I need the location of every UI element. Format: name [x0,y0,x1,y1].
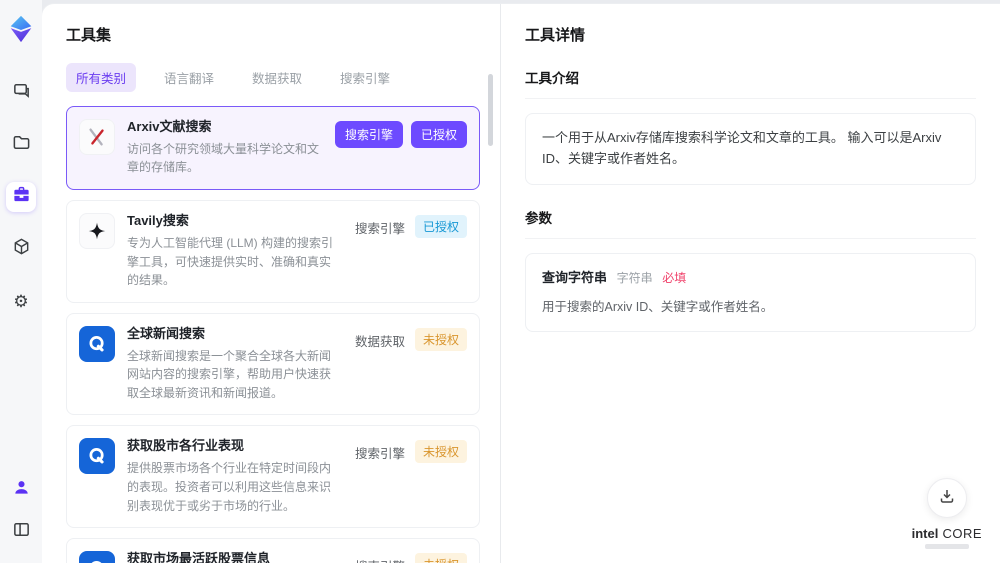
collapse-sidebar-button[interactable] [6,517,36,547]
category-tab-0[interactable]: 所有类别 [66,63,137,92]
tool-list: Arxiv文献搜索 访问各个研究领域大量科学论文和文章的存储库。 搜索引擎 已授权 T… [66,106,500,563]
param-header: 查询字符串 字符串 必填 [542,268,959,289]
tool-card-3[interactable]: 获取股市各行业表现提供股票市场各个行业在特定时间段内的表现。投资者可以利用这些信… [66,425,480,529]
page-title: 工具集 [66,27,112,44]
category-tabs: 所有类别 语言翻译 数据获取 搜索引擎 [66,63,500,92]
tool-meta: 搜索引擎未授权 [353,551,467,563]
unauthorized-badge: 未授权 [414,327,467,351]
chat-icon [12,81,31,105]
sidebar-item-tools[interactable] [6,182,36,212]
q-tool-icon [79,438,115,475]
authorized-button[interactable]: 已授权 [410,121,467,148]
q-tool-icon [79,551,115,563]
unauthorized-badge: 未授权 [414,553,467,563]
tool-description: 专为人工智能代理 (LLM) 构建的搜索引擎工具，可快速提供实时、准确和真实的结… [127,235,334,288]
tool-card-2[interactable]: 全球新闻搜索全球新闻搜索是一个聚合全球各大新闻网站内容的搜索引擎，帮助用户快速获… [66,312,480,416]
sidebar-item-models[interactable] [6,234,36,264]
brand-sub-mark [924,544,969,549]
tool-card-4[interactable]: 获取市场最活跃股票信息提供当天交易量最高的股票列表，投资者可以利用这些信息来识别… [66,538,480,563]
tool-name: 获取股市各行业表现 [127,438,245,454]
user-icon [12,478,31,502]
list-scrollbar[interactable] [488,74,493,544]
tool-meta: 搜索引擎未授权 [353,438,467,515]
sidebar-item-files[interactable] [6,130,36,160]
tool-name: Tavily搜索 [127,213,189,229]
intro-section-heading: 工具介绍 [525,67,976,99]
param-box: 查询字符串 字符串 必填 用于搜索的Arxiv ID、关键字或作者姓名。 [525,252,976,333]
app-window: ⚙ 工具集 所有类别 语言翻译 数据获取 搜索引擎 Arxiv文献搜索 访问各个… [0,0,1000,563]
tool-meta: 数据获取 未授权 [353,326,467,403]
tool-list-panel: 工具集 所有类别 语言翻译 数据获取 搜索引擎 Arxiv文献搜索 访问各个研究领域大量… [42,4,500,563]
toolbox-icon [12,185,31,209]
download-icon [939,488,955,509]
app-logo-icon[interactable] [6,14,36,44]
tool-meta: 搜索引擎 已授权 [334,119,467,177]
param-type: 字符串 [616,270,653,285]
category-label: 搜索引擎 [354,222,405,237]
unauthorized-badge: 未授权 [414,440,467,464]
intel-core-logo: intel CORE [912,526,982,549]
tool-card-0[interactable]: Arxiv文献搜索访问各个研究领域大量科学论文和文章的存储库。 搜索引擎 已授权 [66,106,480,191]
category-label: 数据获取 [354,334,405,349]
param-description: 用于搜索的Arxiv ID、关键字或作者姓名。 [542,300,774,315]
tool-description: 全球新闻搜索是一个聚合全球各大新闻网站内容的搜索引擎，帮助用户快速获取全球最新资… [127,348,332,400]
scrollbar-thumb[interactable] [488,74,493,146]
tool-name: 全球新闻搜索 [127,325,206,341]
corner-widgets: intel CORE [912,478,982,549]
detail-title: 工具详情 [525,27,586,44]
tool-card-1[interactable]: Tavily搜索专为人工智能代理 (LLM) 构建的搜索引擎工具，可快速提供实时… [66,200,480,303]
gear-icon: ⚙ [13,291,29,311]
left-sidebar: ⚙ [0,0,42,563]
param-required-flag: 必填 [662,270,687,285]
tool-meta: 搜索引擎 已授权 [353,213,467,290]
main-surface: 工具集 所有类别 语言翻译 数据获取 搜索引擎 Arxiv文献搜索 访问各个研究领域大量… [42,4,1000,563]
sidebar-item-settings[interactable]: ⚙ [6,286,36,316]
panel-layout-icon [12,520,31,544]
params-section-heading: 参数 [525,207,976,239]
q-tool-icon [79,325,115,362]
category-label: 搜索引擎 [353,553,407,563]
param-name: 查询字符串 [542,269,608,285]
category-label: 搜索引擎 [354,447,405,462]
category-tab-2[interactable]: 数据获取 [242,63,312,92]
brand-core: CORE [942,526,982,541]
cube-icon [12,237,31,261]
arxiv-tool-icon [79,119,115,155]
tool-description: 提供股票市场各个行业在特定时间段内的表现。投资者可以利用这些信息来识别表现优于或… [127,461,332,513]
tool-name: Arxiv文献搜索 [127,119,212,134]
intro-text-box: 一个用于从Arxiv存储库搜索科学论文和文章的工具。 输入可以是Arxiv ID… [525,113,976,185]
tool-description: 访问各个研究领域大量科学论文和文章的存储库。 [127,141,320,175]
download-button[interactable] [926,478,967,518]
sidebar-item-chat[interactable] [6,78,36,108]
category-tab-3[interactable]: 搜索引擎 [330,63,400,92]
user-avatar-button[interactable] [6,475,36,505]
category-button[interactable]: 搜索引擎 [334,121,403,148]
tool-name: 获取市场最活跃股票信息 [127,551,271,563]
star-tool-icon [79,213,115,250]
folder-icon [12,133,31,157]
brand-intel: intel [911,526,939,541]
authorized-badge: 已授权 [414,215,467,239]
category-tab-1[interactable]: 语言翻译 [154,63,224,92]
